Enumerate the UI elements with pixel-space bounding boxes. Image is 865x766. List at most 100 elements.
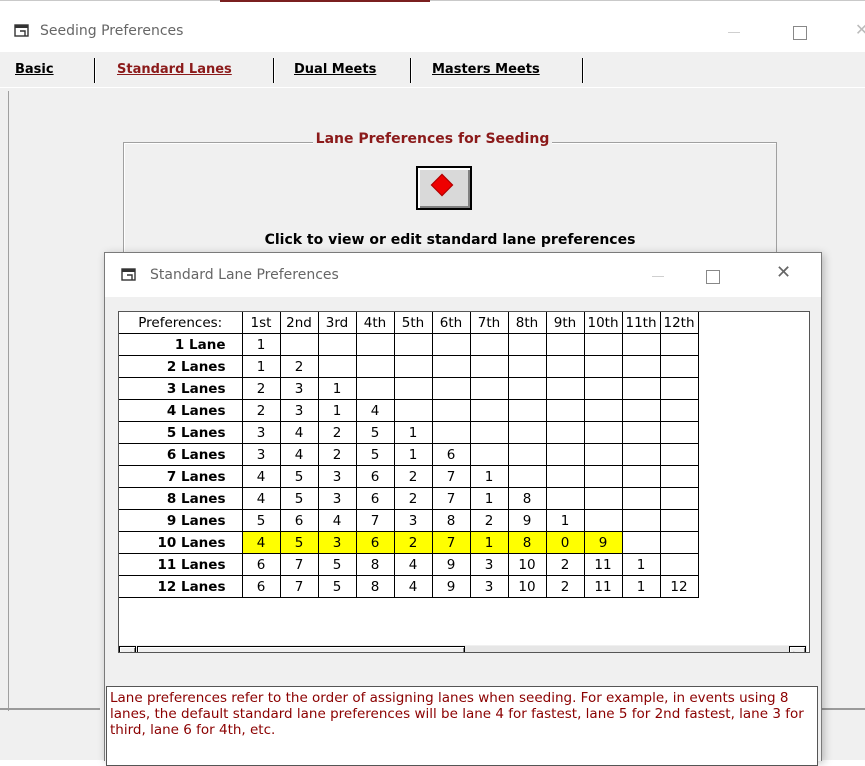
lane-cell[interactable]: 5 xyxy=(318,575,357,598)
lane-cell[interactable] xyxy=(432,421,471,444)
lane-cell[interactable]: 11 xyxy=(584,575,623,598)
lane-cell[interactable] xyxy=(508,355,547,378)
lane-cell[interactable]: 9 xyxy=(432,575,471,598)
lane-cell[interactable]: 5 xyxy=(242,509,281,532)
lane-cell[interactable]: 8 xyxy=(432,509,471,532)
lane-cell[interactable]: 3 xyxy=(318,487,357,510)
lane-cell[interactable]: 1 xyxy=(470,531,509,554)
lane-cell[interactable]: 1 xyxy=(394,421,433,444)
lane-cell[interactable] xyxy=(470,333,509,356)
lane-cell[interactable]: 6 xyxy=(432,443,471,466)
lane-cell[interactable]: 1 xyxy=(318,399,357,422)
lane-cell[interactable]: 5 xyxy=(356,421,395,444)
lane-cell[interactable]: 4 xyxy=(242,531,281,554)
lane-cell[interactable]: 3 xyxy=(318,465,357,488)
lane-cell[interactable]: 6 xyxy=(242,553,281,576)
tab-basic[interactable]: Basic xyxy=(15,62,54,77)
lane-cell[interactable]: 2 xyxy=(546,575,585,598)
lane-cell[interactable]: 1 xyxy=(470,487,509,510)
lane-cell[interactable]: 9 xyxy=(432,553,471,576)
lane-cell[interactable] xyxy=(546,443,585,466)
lane-cell[interactable] xyxy=(470,421,509,444)
lane-cell[interactable]: 4 xyxy=(394,553,433,576)
lane-cell[interactable]: 4 xyxy=(280,421,319,444)
lane-cell[interactable] xyxy=(546,377,585,400)
tab-dual-meets[interactable]: Dual Meets xyxy=(294,62,376,77)
lane-cell[interactable] xyxy=(508,377,547,400)
lane-preferences-grid[interactable]: Preferences: 1st 2nd 3rd 4th 5th 6th 7th 8th 9th 1… xyxy=(118,311,810,653)
table-row[interactable]: 7 Lanes 4 5 3 6 2 7 1 xyxy=(119,465,699,488)
lane-cell[interactable]: 4 xyxy=(242,465,281,488)
lane-cell[interactable] xyxy=(546,355,585,378)
arrow-right-icon[interactable]: ▶ xyxy=(789,646,806,652)
tab-masters-meets[interactable]: Masters Meets xyxy=(432,62,540,77)
lane-cell[interactable] xyxy=(622,487,661,510)
lane-cell[interactable] xyxy=(584,377,623,400)
table-row[interactable]: 9 Lanes 5 6 4 7 3 8 2 9 1 xyxy=(119,509,699,532)
lane-cell[interactable] xyxy=(356,377,395,400)
lane-cell[interactable] xyxy=(660,377,699,400)
lane-cell[interactable]: 3 xyxy=(280,399,319,422)
lane-cell[interactable] xyxy=(584,509,623,532)
scrollbar-track[interactable] xyxy=(465,646,789,652)
lane-cell[interactable]: 3 xyxy=(318,531,357,554)
lane-cell[interactable]: 8 xyxy=(356,575,395,598)
lane-cell[interactable] xyxy=(470,377,509,400)
lane-cell[interactable] xyxy=(622,531,661,554)
lane-cell[interactable] xyxy=(660,399,699,422)
lane-cell[interactable]: 2 xyxy=(394,465,433,488)
lane-cell[interactable] xyxy=(508,443,547,466)
lane-cell[interactable]: 7 xyxy=(280,575,319,598)
lane-cell[interactable] xyxy=(470,399,509,422)
edit-lane-preferences-button[interactable] xyxy=(416,166,472,210)
lane-cell[interactable]: 2 xyxy=(546,553,585,576)
lane-cell[interactable]: 1 xyxy=(394,443,433,466)
lane-cell[interactable]: 1 xyxy=(622,575,661,598)
lane-cell[interactable]: 6 xyxy=(356,531,395,554)
lane-cell[interactable] xyxy=(546,399,585,422)
lane-cell[interactable]: 4 xyxy=(318,509,357,532)
lane-cell[interactable]: 7 xyxy=(280,553,319,576)
arrow-left-icon[interactable]: ◀ xyxy=(119,646,136,652)
scrollbar-thumb[interactable] xyxy=(137,646,465,652)
lane-cell[interactable]: 6 xyxy=(242,575,281,598)
table-row[interactable]: 6 Lanes 3 4 2 5 1 6 xyxy=(119,443,699,466)
close-icon[interactable]: ✕ xyxy=(855,20,865,39)
lane-cell[interactable]: 6 xyxy=(356,487,395,510)
lane-cell[interactable] xyxy=(622,355,661,378)
lane-cell[interactable] xyxy=(356,333,395,356)
horizontal-scrollbar[interactable]: ◀ ▶ xyxy=(119,645,807,652)
lane-cell[interactable] xyxy=(660,487,699,510)
lane-cell[interactable] xyxy=(660,531,699,554)
lane-cell[interactable]: 3 xyxy=(394,509,433,532)
lane-cell[interactable]: 2 xyxy=(394,531,433,554)
lane-cell[interactable]: 5 xyxy=(318,553,357,576)
lane-cell[interactable]: 6 xyxy=(356,465,395,488)
lane-cell[interactable] xyxy=(470,355,509,378)
lane-cell[interactable] xyxy=(660,333,699,356)
lane-cell[interactable] xyxy=(356,355,395,378)
maximize-icon[interactable] xyxy=(793,26,807,40)
table-row[interactable]: 10 Lanes 4 5 3 6 2 7 1 8 0 9 xyxy=(119,531,699,554)
lane-cell[interactable] xyxy=(584,399,623,422)
lane-cell[interactable]: 0 xyxy=(546,531,585,554)
lane-cell[interactable]: 7 xyxy=(432,465,471,488)
table-row[interactable]: 1 Lane 1 xyxy=(119,333,699,356)
lane-cell[interactable]: 10 xyxy=(508,575,547,598)
lane-cell[interactable] xyxy=(508,333,547,356)
lane-cell[interactable]: 7 xyxy=(432,531,471,554)
table-row[interactable]: 3 Lanes 2 3 1 xyxy=(119,377,699,400)
lane-cell[interactable]: 8 xyxy=(508,487,547,510)
lane-cell[interactable] xyxy=(432,377,471,400)
lane-cell[interactable] xyxy=(584,421,623,444)
lane-cell[interactable]: 3 xyxy=(242,421,281,444)
lane-cell[interactable] xyxy=(660,465,699,488)
lane-cell[interactable] xyxy=(394,399,433,422)
lane-cell[interactable] xyxy=(280,333,319,356)
lane-cell[interactable]: 2 xyxy=(318,443,357,466)
table-row[interactable]: 4 Lanes 2 3 1 4 xyxy=(119,399,699,422)
lane-cell[interactable]: 4 xyxy=(280,443,319,466)
lane-cell[interactable] xyxy=(660,421,699,444)
lane-cell[interactable]: 6 xyxy=(280,509,319,532)
lane-cell[interactable]: 3 xyxy=(242,443,281,466)
